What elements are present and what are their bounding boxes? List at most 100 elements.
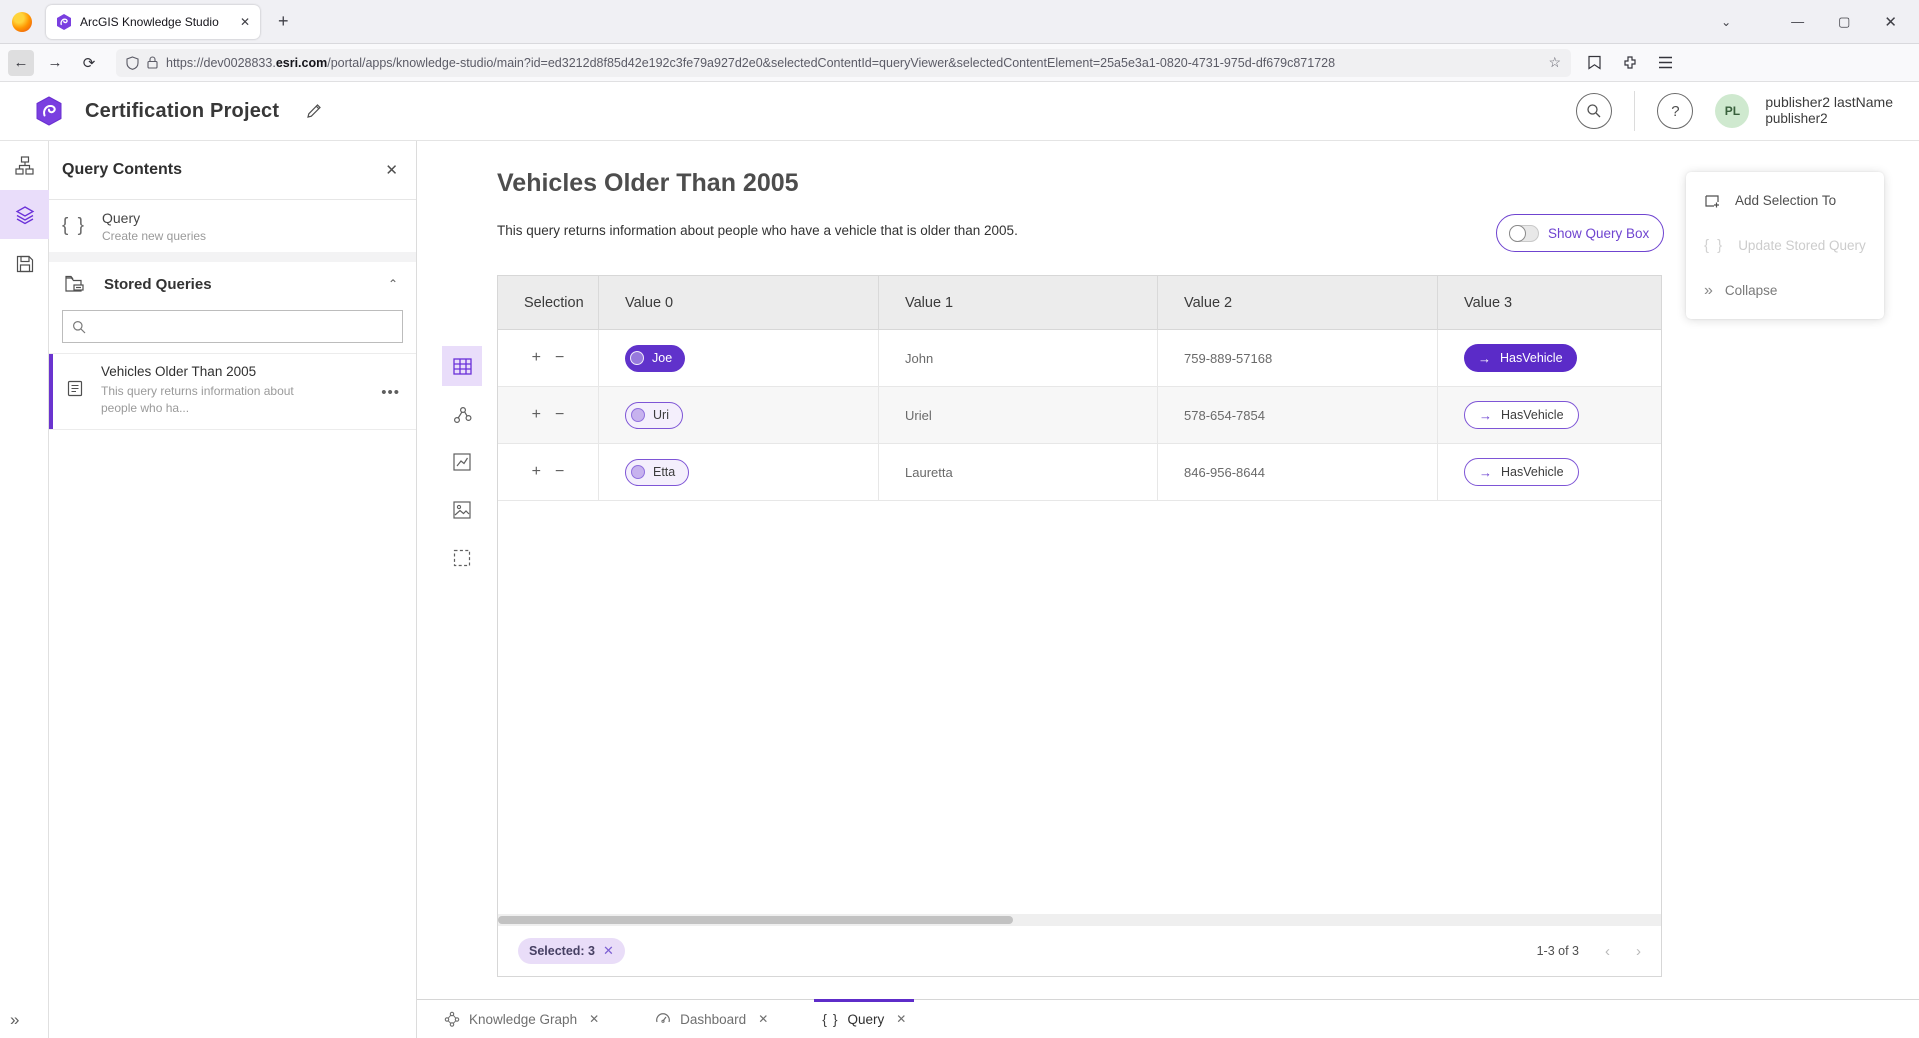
stored-query-description: This query returns information about peo… [101, 383, 311, 417]
tab-label: Knowledge Graph [469, 1012, 577, 1027]
menu-item-collapse[interactable]: » Collapse [1686, 268, 1884, 313]
horizontal-scrollbar[interactable] [498, 914, 1661, 926]
cell-value2[interactable]: 846-956-8644 [1158, 444, 1438, 500]
remove-from-selection-button[interactable]: − [555, 350, 564, 366]
tab-query[interactable]: { } Query ✕ [808, 1000, 920, 1038]
sidebar-item-project-contents[interactable] [0, 141, 49, 190]
user-info[interactable]: publisher2 lastName publisher2 [1765, 94, 1919, 128]
clear-selection-icon[interactable]: ✕ [603, 943, 614, 959]
lock-icon[interactable] [147, 56, 158, 69]
stored-queries-header[interactable]: Stored Queries ⌃ [49, 262, 416, 306]
add-to-selection-button[interactable]: + [532, 350, 541, 366]
column-header[interactable]: Value 1 [879, 276, 1158, 329]
next-page-icon[interactable]: › [1636, 943, 1641, 960]
cell-value1[interactable]: John [879, 330, 1158, 386]
link-chart-view-button[interactable] [442, 394, 482, 434]
search-input[interactable] [94, 319, 393, 334]
tab-close-icon[interactable]: ✕ [896, 1012, 906, 1026]
list-tabs-icon[interactable]: ⌄ [1721, 15, 1731, 29]
search-icon [72, 320, 86, 334]
tab-knowledge-graph[interactable]: Knowledge Graph ✕ [430, 1000, 613, 1038]
cell-value2[interactable]: 578-654-7854 [1158, 387, 1438, 443]
panel-close-icon[interactable]: ✕ [385, 161, 398, 179]
scrollbar-thumb[interactable] [498, 916, 1013, 924]
query-create-item[interactable]: { } Query Create new queries [49, 200, 416, 262]
selected-count-chip[interactable]: Selected: 3 ✕ [518, 938, 625, 964]
knowledge-studio-logo-icon [35, 96, 63, 126]
new-tab-button[interactable]: + [278, 11, 289, 32]
save-page-icon[interactable] [1587, 55, 1602, 70]
avatar[interactable]: PL [1715, 94, 1749, 128]
tab-close-icon[interactable]: ✕ [589, 1012, 599, 1026]
column-header[interactable]: Value 3 [1438, 276, 1661, 329]
relationship-pill[interactable]: → HasVehicle [1464, 458, 1579, 486]
entity-label: Etta [653, 465, 675, 479]
menu-item-label: Update Stored Query [1738, 238, 1866, 253]
table-header: Selection Value 0 Value 1 Value 2 Value … [498, 275, 1661, 330]
forward-button[interactable]: → [42, 50, 68, 76]
layers-icon [15, 205, 35, 225]
stored-query-item[interactable]: Vehicles Older Than 2005 This query retu… [49, 353, 416, 430]
firefox-icon[interactable] [12, 12, 32, 32]
selection-box-icon [453, 549, 471, 567]
browser-navbar: ← → ⟳ https://dev0028833.esri.com/portal… [0, 44, 1919, 82]
tab-close-icon[interactable]: ✕ [240, 15, 250, 29]
selected-count-label: Selected: 3 [529, 944, 595, 958]
tab-dashboard[interactable]: Dashboard ✕ [641, 1000, 782, 1038]
column-header[interactable]: Value 2 [1158, 276, 1438, 329]
show-query-box-label: Show Query Box [1548, 226, 1649, 241]
menu-hamburger-icon[interactable] [1658, 56, 1673, 69]
previous-page-icon[interactable]: ‹ [1605, 943, 1610, 960]
cell-value1[interactable]: Lauretta [879, 444, 1158, 500]
remove-from-selection-button[interactable]: − [555, 464, 564, 480]
table-view-button[interactable] [442, 346, 482, 386]
show-query-box-toggle[interactable]: Show Query Box [1496, 214, 1664, 252]
table-footer: Selected: 3 ✕ 1-3 of 3 ‹ › [498, 926, 1661, 976]
sidebar-item-save[interactable] [0, 239, 49, 288]
entity-pill[interactable]: Etta [625, 459, 689, 486]
reload-button[interactable]: ⟳ [76, 50, 102, 76]
browser-tab[interactable]: ArcGIS Knowledge Studio ✕ [46, 5, 260, 39]
search-icon [1586, 103, 1602, 119]
sidebar-item-layers[interactable] [0, 190, 49, 239]
arrow-right-icon: → [1478, 351, 1491, 366]
close-window-button[interactable]: ✕ [1884, 13, 1897, 31]
chevron-up-icon[interactable]: ⌃ [388, 277, 398, 291]
add-to-selection-button[interactable]: + [532, 407, 541, 423]
cell-value1[interactable]: Uriel [879, 387, 1158, 443]
back-button[interactable]: ← [8, 50, 34, 76]
results-table: Selection Value 0 Value 1 Value 2 Value … [497, 275, 1662, 977]
tab-close-icon[interactable]: ✕ [758, 1012, 768, 1026]
selection-view-button[interactable] [442, 538, 482, 578]
stored-query-title: Vehicles Older Than 2005 [101, 364, 402, 379]
url-bar[interactable]: https://dev0028833.esri.com/portal/apps/… [116, 49, 1571, 77]
help-button[interactable]: ? [1657, 93, 1693, 129]
search-button[interactable] [1576, 93, 1612, 129]
relationship-pill[interactable]: → HasVehicle [1464, 344, 1577, 372]
stored-queries-search[interactable] [62, 310, 403, 343]
stored-query-icon [67, 380, 83, 397]
entity-icon [630, 351, 644, 365]
edit-pencil-icon[interactable] [305, 102, 323, 120]
relationship-label: HasVehicle [1501, 465, 1564, 479]
bottom-tab-bar: Knowledge Graph ✕ Dashboard ✕ { } Query … [417, 999, 1919, 1038]
expand-rail-icon[interactable]: » [10, 1010, 17, 1030]
tracking-shield-icon[interactable] [126, 56, 139, 70]
add-to-selection-button[interactable]: + [532, 464, 541, 480]
extensions-icon[interactable] [1622, 55, 1638, 71]
entity-pill[interactable]: Uri [625, 402, 683, 429]
column-header[interactable]: Value 0 [599, 276, 879, 329]
map-view-button[interactable] [442, 490, 482, 530]
relationship-pill[interactable]: → HasVehicle [1464, 401, 1579, 429]
entity-pill[interactable]: Joe [625, 345, 685, 372]
cell-value2[interactable]: 759-889-57168 [1158, 330, 1438, 386]
item-menu-icon[interactable]: ••• [381, 384, 400, 401]
remove-from-selection-button[interactable]: − [555, 407, 564, 423]
column-header[interactable]: Selection [498, 276, 599, 329]
menu-item-update-stored-query[interactable]: { } Update Stored Query [1686, 223, 1884, 268]
menu-item-add-selection-to[interactable]: Add Selection To [1686, 178, 1884, 223]
bookmark-star-icon[interactable]: ☆ [1548, 54, 1561, 71]
minimize-button[interactable]: — [1791, 14, 1804, 29]
maximize-button[interactable]: ▢ [1838, 14, 1850, 30]
chart-view-button[interactable] [442, 442, 482, 482]
